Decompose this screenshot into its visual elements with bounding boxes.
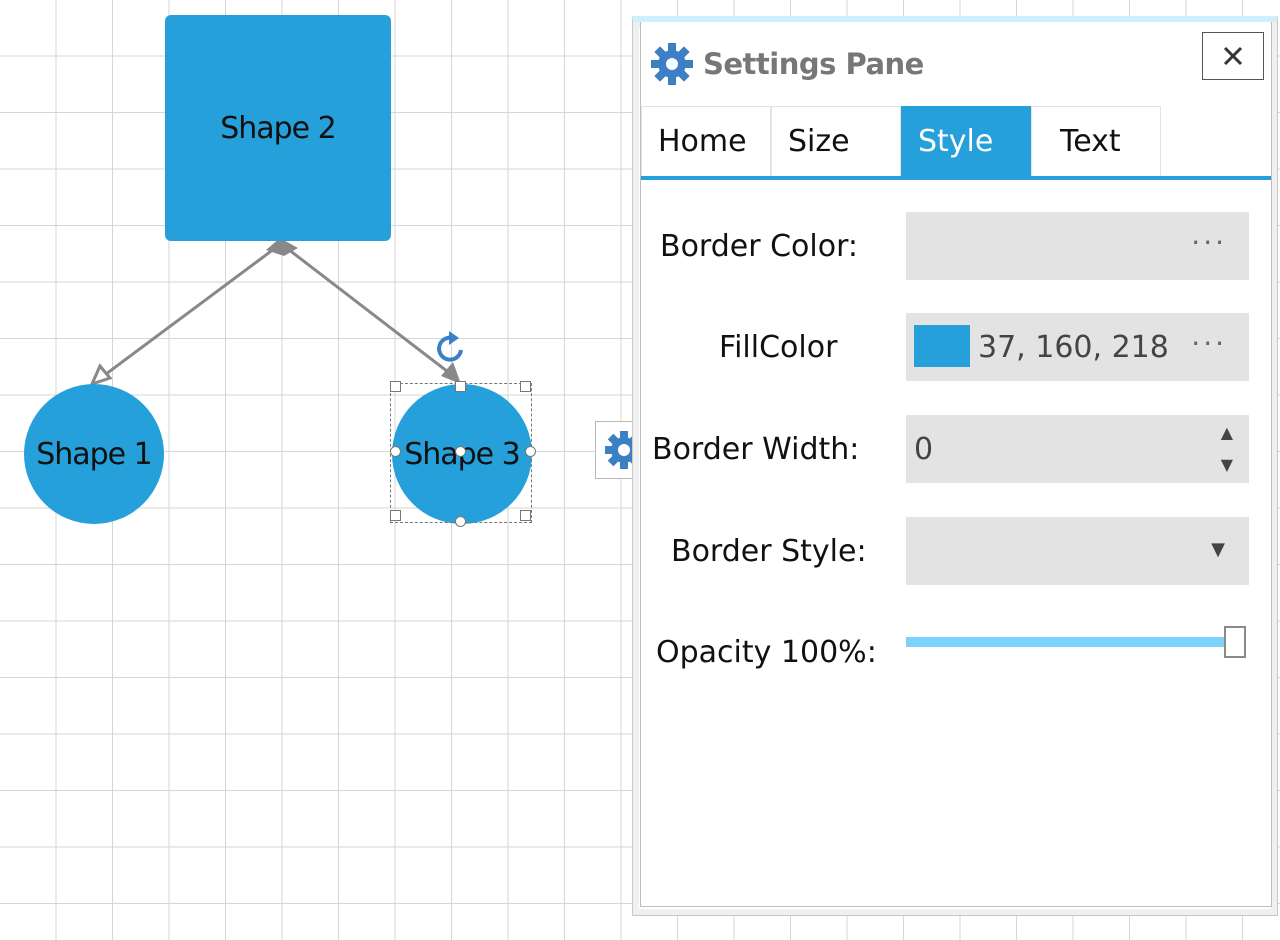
border-width-field[interactable]: 0 ▲ ▼ <box>906 415 1249 483</box>
border-style-label: Border Style: <box>671 533 867 569</box>
settings-pane-body: Settings Pane Home Size Style Text Borde… <box>640 22 1272 907</box>
chevron-down-icon: ▼ <box>1211 539 1225 560</box>
spin-up-icon[interactable]: ▲ <box>1221 423 1233 442</box>
resize-handle-right[interactable] <box>525 446 536 457</box>
resize-handle-bottom-left[interactable] <box>390 510 401 521</box>
opacity-row: Opacity 100%: <box>641 618 1271 686</box>
gear-icon <box>605 431 643 469</box>
tab-text-label: Text <box>1060 124 1121 159</box>
border-color-label: Border Color: <box>660 228 859 264</box>
tab-text[interactable]: Text <box>1031 106 1161 176</box>
shape-2[interactable]: Shape 2 <box>165 15 391 241</box>
fill-color-value: 37, 160, 218 <box>978 329 1169 365</box>
shape-1[interactable]: Shape 1 <box>24 384 164 524</box>
border-width-value: 0 <box>914 431 934 467</box>
tab-home-label: Home <box>658 124 747 159</box>
open-settings-button[interactable] <box>595 421 643 479</box>
opacity-slider-track[interactable] <box>906 637 1228 647</box>
settings-pane: Settings Pane Home Size Style Text Borde… <box>632 16 1278 916</box>
fill-color-field[interactable]: 37, 160, 218 ... <box>906 313 1249 381</box>
connector-shape2-shape1[interactable] <box>89 244 279 387</box>
tab-style-label: Style <box>918 124 994 159</box>
border-width-row: Border Width: 0 ▲ ▼ <box>641 415 1271 483</box>
border-color-picker-button[interactable]: ... <box>1191 218 1227 251</box>
resize-handle-top[interactable] <box>455 381 466 392</box>
border-style-dropdown[interactable]: ▼ <box>906 517 1249 585</box>
opacity-slider-thumb[interactable] <box>1224 626 1246 658</box>
close-icon <box>1223 46 1243 66</box>
rotate-handle-icon[interactable] <box>431 328 471 368</box>
resize-handle-top-right[interactable] <box>520 381 531 392</box>
fill-color-label: FillColor <box>719 329 838 365</box>
shape-2-label: Shape 2 <box>220 110 337 146</box>
shape-1-label: Shape 1 <box>36 436 153 472</box>
gear-icon <box>651 43 693 85</box>
resize-handle-center[interactable] <box>455 446 466 457</box>
tab-style[interactable]: Style <box>901 106 1031 176</box>
opacity-label: Opacity 100%: <box>656 634 877 670</box>
resize-handle-bottom[interactable] <box>455 516 466 527</box>
resize-handle-left[interactable] <box>390 446 401 457</box>
border-style-row: Border Style: ▼ <box>641 517 1271 585</box>
fill-color-swatch <box>914 325 970 367</box>
fill-color-picker-button[interactable]: ... <box>1191 319 1227 352</box>
border-color-row: Border Color: ... <box>641 212 1271 280</box>
tab-size[interactable]: Size <box>771 106 901 176</box>
border-color-field[interactable]: ... <box>906 212 1249 280</box>
spin-down-icon[interactable]: ▼ <box>1221 455 1233 474</box>
tab-size-label: Size <box>788 124 850 159</box>
settings-pane-header: Settings Pane <box>649 40 924 88</box>
fill-color-row: FillColor 37, 160, 218 ... <box>641 313 1271 381</box>
close-button[interactable] <box>1202 32 1264 80</box>
settings-pane-title: Settings Pane <box>703 47 924 81</box>
open-arrowhead-icon <box>89 363 113 387</box>
border-width-label: Border Width: <box>652 431 860 467</box>
settings-tabs: Home Size Style Text <box>641 106 1271 180</box>
resize-handle-bottom-right[interactable] <box>520 510 531 521</box>
tab-home[interactable]: Home <box>641 106 771 176</box>
resize-handle-top-left[interactable] <box>390 381 401 392</box>
